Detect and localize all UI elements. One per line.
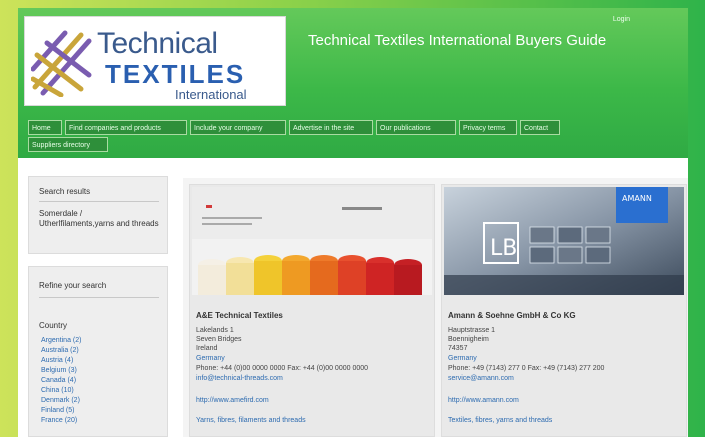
logo-text-technical: Technical <box>97 27 218 60</box>
svg-text:LB: LB <box>490 236 517 261</box>
listing-products[interactable]: Yarns, fibres, filaments and threads <box>196 417 306 424</box>
nav-contact[interactable]: Contact <box>520 120 560 135</box>
nav-find-companies[interactable]: Find companies and products <box>65 120 187 135</box>
brand-badge: AMANN <box>622 194 652 203</box>
listing-address: 74357 <box>448 345 468 352</box>
listing-name[interactable]: Amann & Soehne GmbH & Co KG <box>448 311 576 320</box>
nav-home[interactable]: Home <box>28 120 62 135</box>
divider <box>39 297 159 298</box>
listing-country: Germany <box>448 355 477 362</box>
nav-include-company[interactable]: Include your company <box>190 120 286 135</box>
refine-item[interactable]: Argentina (2) <box>41 337 81 344</box>
nav-publications[interactable]: Our publications <box>376 120 456 135</box>
listing-email[interactable]: info@technical-threads.com <box>196 375 283 382</box>
nav-privacy[interactable]: Privacy terms <box>459 120 517 135</box>
listing-image-threads[interactable] <box>192 187 432 295</box>
refine-section-country: Country <box>39 321 68 330</box>
refine-item[interactable]: France (20) <box>41 417 77 424</box>
listing-image-lab[interactable]: LB AMANN <box>444 187 684 295</box>
listings-area: A&E Technical Textiles Lakelands 1 Seven… <box>183 178 688 437</box>
refine-item[interactable]: Australia (2) <box>41 347 79 354</box>
refine-item[interactable]: Austria (4) <box>41 357 73 364</box>
listing-email[interactable]: service@amann.com <box>448 375 514 382</box>
listing-products[interactable]: Textiles, fibres, yarns and threads <box>448 417 552 424</box>
listing-phone: Phone: +44 (0)00 0000 0000 Fax: +44 (0)0… <box>196 365 369 372</box>
listing-address: Seven Bridges <box>196 336 242 343</box>
listing-web[interactable]: http://www.amefird.com <box>196 397 269 404</box>
search-results-box: Search results Somerdale / Utherlfilamen… <box>28 176 168 254</box>
listing-card[interactable]: LB AMANN Amann & Soehne GmbH & Co KG Hau… <box>441 184 687 437</box>
refine-item[interactable]: Belgium (3) <box>41 367 77 374</box>
listing-address: Ireland <box>196 345 218 352</box>
refine-item[interactable]: Canada (4) <box>41 377 76 384</box>
refine-item[interactable]: Denmark (2) <box>41 397 80 404</box>
nav-suppliers-directory[interactable]: Suppliers directory <box>28 137 108 152</box>
listing-phone: Phone: +49 (7143) 277 0 Fax: +49 (7143) … <box>448 365 605 372</box>
logo-text-international: International <box>175 87 247 102</box>
refine-item[interactable]: China (10) <box>41 387 74 394</box>
logo-text-textiles: TEXTILES <box>105 59 246 89</box>
search-results-title: Search results <box>39 187 91 196</box>
nav-advertise[interactable]: Advertise in the site <box>289 120 373 135</box>
search-results-text: Somerdale / Utherlfilaments,yarns and th… <box>39 209 159 228</box>
listing-address: Lakelands 1 <box>196 327 234 334</box>
refine-search-box: Refine your search Country Argentina (2)… <box>28 266 168 437</box>
page-frame: Technical TEXTILES International Login T… <box>18 8 688 437</box>
refine-item[interactable]: Finland (5) <box>41 407 74 414</box>
spool-icon <box>31 30 92 97</box>
login-link[interactable]: Login <box>613 16 630 23</box>
listing-name[interactable]: A&E Technical Textiles <box>196 311 283 320</box>
listing-address: Hauptstrasse 1 <box>448 327 496 334</box>
divider <box>39 201 159 202</box>
refine-search-title: Refine your search <box>39 281 107 290</box>
listing-card[interactable]: A&E Technical Textiles Lakelands 1 Seven… <box>189 184 435 437</box>
listing-web[interactable]: http://www.amann.com <box>448 397 519 404</box>
site-header: Technical TEXTILES International Login T… <box>18 8 688 158</box>
listing-country: Germany <box>196 355 225 362</box>
listing-address: Boennigheim <box>448 336 489 343</box>
site-title: Technical Textiles International Buyers … <box>308 32 607 49</box>
site-logo[interactable]: Technical TEXTILES International <box>24 16 286 106</box>
